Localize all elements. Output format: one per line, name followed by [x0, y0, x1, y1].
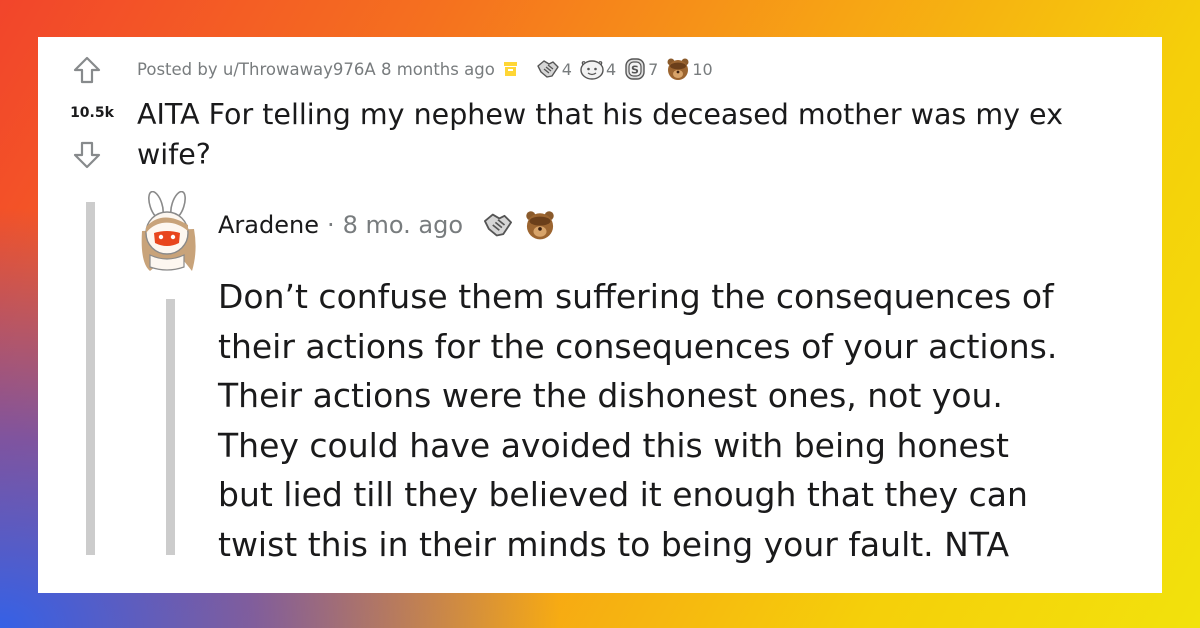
wholesome-award-icon [580, 60, 604, 80]
downvote-arrow-icon[interactable] [72, 140, 102, 170]
separator-dot: · [326, 211, 335, 239]
award-wholesome[interactable]: 4 [579, 57, 616, 81]
comment-time[interactable]: 8 mo. ago [343, 211, 463, 239]
archive-icon [503, 62, 517, 76]
award-count: 4 [561, 59, 572, 79]
thread-line[interactable] [86, 202, 95, 555]
comment-header: Aradene · 8 mo. ago [218, 207, 557, 243]
award-silver[interactable]: S 7 [623, 57, 658, 81]
handshake-award-icon[interactable] [481, 208, 515, 242]
comment-line: Don’t confuse them suffering the consequ… [218, 277, 1054, 316]
comment-line: twist this in their minds to being your … [218, 524, 1010, 564]
thread-line[interactable] [166, 299, 175, 555]
upvote-arrow-icon[interactable] [72, 55, 102, 85]
bear-facepalm-award-icon [667, 58, 689, 80]
svg-text:S: S [631, 64, 639, 77]
award-bear[interactable]: 10 [665, 56, 713, 82]
vote-score: 10.5k [70, 105, 114, 121]
award-count: 7 [648, 59, 659, 79]
reddit-post-card: 10.5k Posted by u/Throwaway976A 8 months… [38, 37, 1162, 593]
award-count: 10 [692, 59, 713, 79]
silver-coin-award-icon: S [625, 58, 645, 80]
comment-line: but lied till they believed it enough th… [218, 475, 1028, 514]
post-time[interactable]: 8 months ago [381, 60, 495, 79]
comment-line: They could have avoided this with being … [218, 425, 1009, 465]
bear-facepalm-award-icon[interactable] [523, 208, 557, 242]
award-count: 4 [605, 59, 617, 79]
award-handshake[interactable]: 4 [535, 57, 572, 81]
user-avatar[interactable] [132, 191, 202, 275]
comment-body: Don’t confuse them suffering the consequ… [218, 272, 1148, 569]
comment-line: Their actions were the dishonest ones, n… [218, 376, 1003, 415]
comment-line: their actions for the consequences of yo… [218, 326, 1058, 366]
handshake-award-icon [537, 60, 559, 78]
post-meta: Posted by u/Throwaway976A 8 months ago 4… [137, 57, 720, 81]
posted-by-label: Posted by [137, 59, 218, 79]
post-author-link[interactable]: u/Throwaway976A [223, 60, 376, 79]
comment-author[interactable]: Aradene [218, 211, 319, 239]
post-title[interactable]: AITA For telling my nephew that his dece… [137, 95, 1137, 175]
